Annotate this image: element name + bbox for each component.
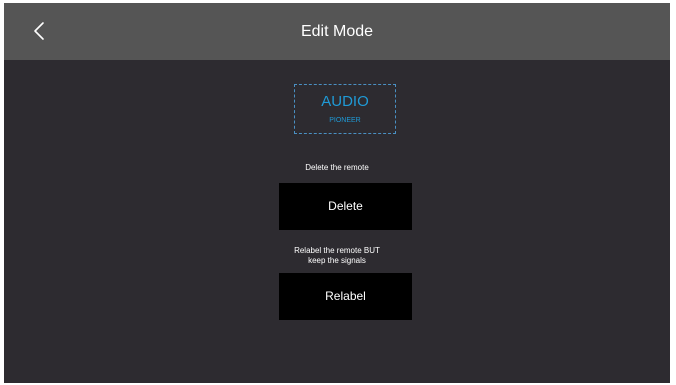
delete-caption: Delete the remote <box>305 163 369 172</box>
page-title: Edit Mode <box>300 23 374 40</box>
header-bar: Edit Mode <box>4 3 670 60</box>
relabel-button[interactable]: Relabel <box>279 273 412 320</box>
remote-brand: PIONEER <box>329 117 361 124</box>
edit-mode-screen: Edit Mode AUDIO PIONEER Delete the remot… <box>4 3 670 383</box>
delete-button[interactable]: Delete <box>279 183 412 230</box>
relabel-caption-line-1: Relabel the remote BUT <box>294 246 380 255</box>
relabel-caption-line-2: keep the signals <box>308 256 366 265</box>
remote-card[interactable]: AUDIO PIONEER <box>294 84 396 134</box>
remote-name: AUDIO <box>321 93 369 110</box>
relabel-caption: Relabel the remote BUT keep the signals <box>237 246 437 266</box>
back-button[interactable] <box>26 17 54 45</box>
chevron-left-icon <box>34 22 44 40</box>
